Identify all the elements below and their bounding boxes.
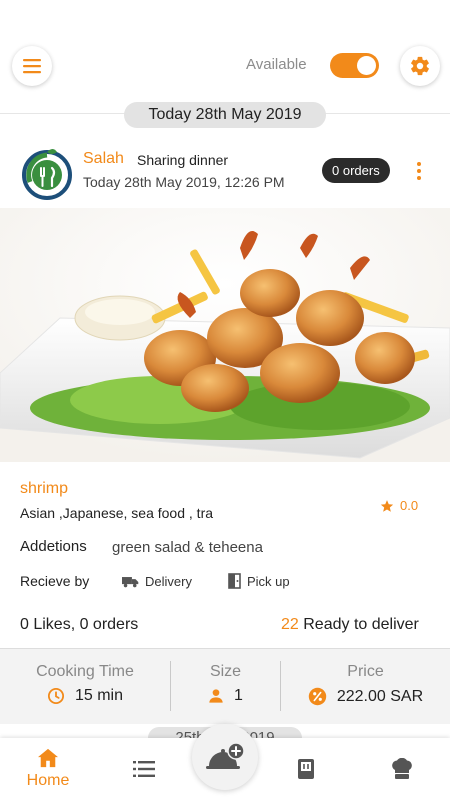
orders-badge[interactable]: 0 orders bbox=[322, 158, 390, 183]
menu-button[interactable] bbox=[12, 46, 52, 86]
pickup-option[interactable]: Pick up bbox=[228, 573, 290, 589]
menu-book-icon bbox=[298, 759, 314, 779]
gear-icon bbox=[411, 56, 429, 76]
discount-badge-icon bbox=[308, 687, 327, 706]
list-icon bbox=[133, 761, 155, 777]
cooking-time-value: 15 min bbox=[74, 687, 124, 704]
price-value: 222.00 SAR bbox=[336, 687, 424, 705]
delivery-label: Delivery bbox=[145, 574, 192, 589]
date-separator: Today 28th May 2019 bbox=[124, 102, 326, 128]
fried-shrimp-photo bbox=[0, 208, 450, 462]
dish-name: shrimp bbox=[20, 480, 69, 497]
nav-home-label: Home bbox=[26, 772, 70, 789]
post-time: Today 28th May 2019, 12:26 PM bbox=[83, 174, 285, 190]
likes-orders-count[interactable]: 0 Likes, 0 orders bbox=[20, 616, 138, 634]
stats-bar: Cooking Time 15 min Size 1 Price 222.00 … bbox=[0, 648, 450, 724]
price-stat: Price 222.00 SAR bbox=[281, 649, 450, 725]
addetions-value: green salad & teheena bbox=[112, 539, 263, 556]
author-name[interactable]: Salah bbox=[83, 150, 124, 168]
nav-chef[interactable] bbox=[354, 738, 450, 800]
food-image[interactable] bbox=[0, 208, 450, 462]
available-toggle[interactable] bbox=[330, 53, 379, 78]
addetions-label: Addetions bbox=[20, 538, 87, 555]
chef-hat-icon bbox=[392, 758, 412, 779]
add-dish-icon bbox=[206, 742, 245, 769]
app-logo bbox=[22, 149, 72, 200]
cooking-time-stat: Cooking Time 15 min bbox=[0, 649, 170, 725]
nav-home[interactable]: Home bbox=[0, 738, 96, 800]
door-icon bbox=[228, 573, 241, 589]
size-title: Size bbox=[209, 663, 242, 680]
post-type: Sharing dinner bbox=[137, 152, 229, 168]
pickup-label: Pick up bbox=[247, 573, 290, 589]
truck-icon bbox=[122, 576, 139, 587]
size-stat: Size 1 bbox=[171, 649, 280, 725]
more-options-icon[interactable] bbox=[410, 160, 428, 182]
recieve-by-label: Recieve by bbox=[20, 573, 90, 589]
rating-value: 0.0 bbox=[400, 498, 419, 513]
delivery-option[interactable]: Delivery bbox=[122, 574, 192, 589]
cuisine-list: Asian ,Japanese, sea food , tra bbox=[20, 505, 214, 521]
person-icon bbox=[209, 689, 223, 703]
star-icon bbox=[380, 499, 394, 512]
top-bar: Available bbox=[0, 0, 450, 114]
settings-button[interactable] bbox=[400, 46, 440, 86]
ready-label: Ready to deliver bbox=[303, 616, 419, 633]
ready-to-deliver: 22 Ready to deliver bbox=[281, 616, 419, 634]
size-value: 1 bbox=[234, 687, 243, 704]
ready-count: 22 bbox=[281, 616, 299, 633]
rating[interactable]: 0.0 bbox=[380, 498, 418, 513]
price-title: Price bbox=[347, 663, 384, 680]
add-meal-button[interactable] bbox=[192, 724, 258, 790]
nav-list[interactable] bbox=[96, 738, 192, 800]
home-icon bbox=[38, 748, 58, 768]
clock-icon bbox=[47, 687, 65, 705]
nav-menu-book[interactable] bbox=[258, 738, 354, 800]
toggle-knob bbox=[357, 56, 376, 75]
hamburger-menu-icon bbox=[23, 59, 41, 74]
post-header: Salah Sharing dinner Today 28th May 2019… bbox=[0, 138, 450, 208]
available-label: Available bbox=[246, 56, 307, 73]
cooking-time-title: Cooking Time bbox=[36, 663, 134, 680]
